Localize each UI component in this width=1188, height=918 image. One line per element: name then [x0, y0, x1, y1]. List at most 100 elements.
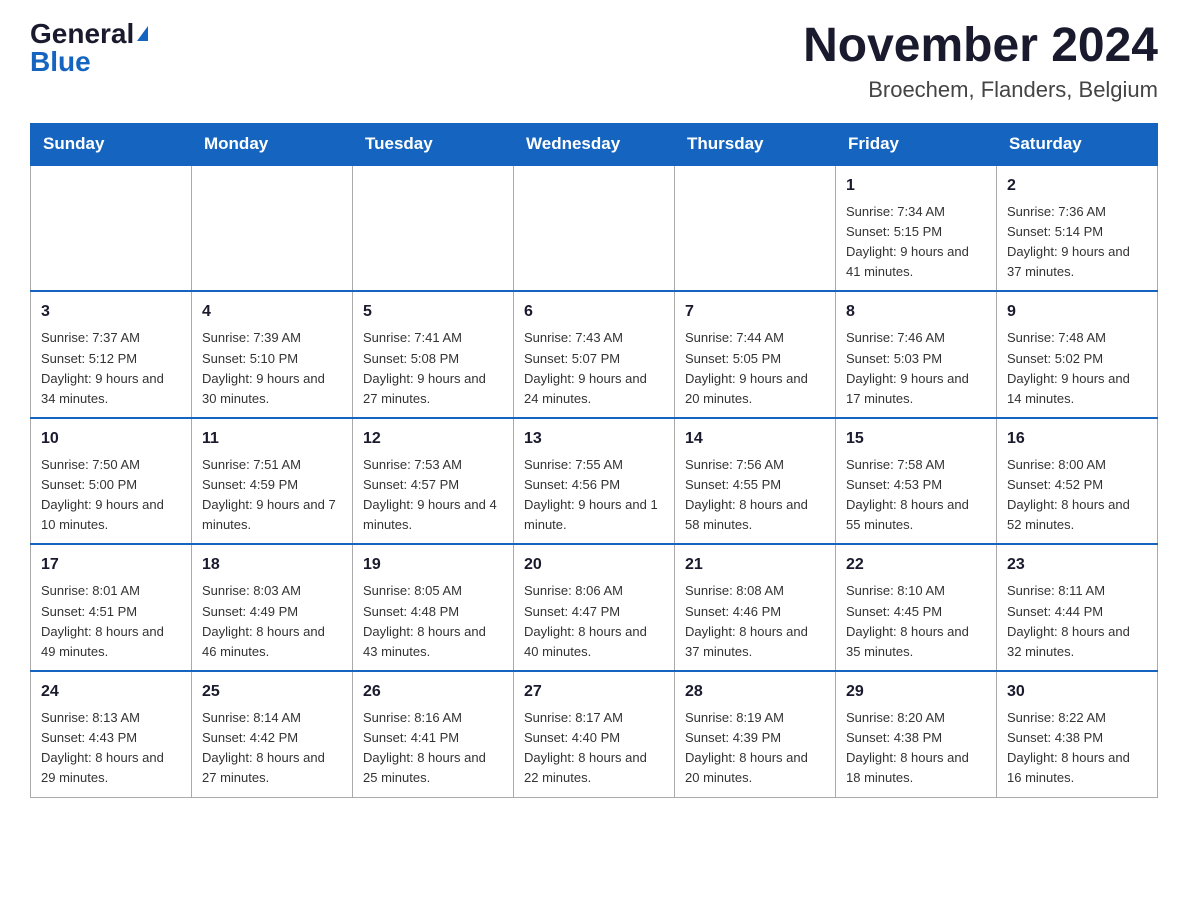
day-number: 4: [202, 300, 342, 324]
location-subtitle: Broechem, Flanders, Belgium: [803, 77, 1158, 103]
month-year-title: November 2024: [803, 20, 1158, 73]
column-header-monday: Monday: [192, 123, 353, 165]
column-header-thursday: Thursday: [675, 123, 836, 165]
calendar-cell: 23Sunrise: 8:11 AMSunset: 4:44 PMDayligh…: [997, 544, 1158, 671]
day-sun-info: Sunrise: 7:56 AMSunset: 4:55 PMDaylight:…: [685, 455, 825, 536]
day-number: 16: [1007, 427, 1147, 451]
calendar-cell: 24 Sunrise: 8:13 AMSunset: 4:43 PMDayligh…: [31, 671, 192, 797]
calendar-cell: 8Sunrise: 7:46 AMSunset: 5:03 PMDaylight…: [836, 291, 997, 418]
day-sun-info: Sunrise: 7:43 AMSunset: 5:07 PMDaylight:…: [524, 328, 664, 409]
calendar-week-row: 3 Sunrise: 7:37 AMSunset: 5:12 PMDaylight…: [31, 291, 1158, 418]
calendar-cell: [353, 165, 514, 292]
column-header-friday: Friday: [836, 123, 997, 165]
calendar-cell: 20 Sunrise: 8:06 AMSunset: 4:47 PMDayligh…: [514, 544, 675, 671]
day-number: 20: [524, 553, 664, 577]
day-number: 8: [846, 300, 986, 324]
day-sun-info: Sunrise: 7:34 AMSunset: 5:15 PMDaylight:…: [846, 202, 986, 283]
day-number: 9: [1007, 300, 1147, 324]
calendar-cell: 5 Sunrise: 7:41 AMSunset: 5:08 PMDaylight…: [353, 291, 514, 418]
day-number: 26: [363, 680, 503, 704]
day-number: 29: [846, 680, 986, 704]
day-sun-info: Sunrise: 8:17 AMSunset: 4:40 PMDaylight:…: [524, 708, 664, 789]
calendar-cell: 1 Sunrise: 7:34 AMSunset: 5:15 PMDaylight…: [836, 165, 997, 292]
day-sun-info: Sunrise: 8:14 AMSunset: 4:42 PMDaylight:…: [202, 708, 342, 789]
day-sun-info: Sunrise: 8:01 AMSunset: 4:51 PMDaylight:…: [41, 581, 181, 662]
day-number: 3: [41, 300, 181, 324]
day-sun-info: Sunrise: 7:53 AMSunset: 4:57 PMDaylight:…: [363, 455, 503, 536]
day-number: 14: [685, 427, 825, 451]
day-sun-info: Sunrise: 8:13 AMSunset: 4:43 PMDaylight:…: [41, 708, 181, 789]
day-number: 23: [1007, 553, 1147, 577]
calendar-cell: 7 Sunrise: 7:44 AMSunset: 5:05 PMDaylight…: [675, 291, 836, 418]
day-number: 5: [363, 300, 503, 324]
logo: General Blue: [30, 20, 148, 76]
day-sun-info: Sunrise: 8:05 AMSunset: 4:48 PMDaylight:…: [363, 581, 503, 662]
day-number: 24: [41, 680, 181, 704]
day-sun-info: Sunrise: 8:00 AMSunset: 4:52 PMDaylight:…: [1007, 455, 1147, 536]
day-sun-info: Sunrise: 8:06 AMSunset: 4:47 PMDaylight:…: [524, 581, 664, 662]
day-number: 2: [1007, 174, 1147, 198]
day-number: 19: [363, 553, 503, 577]
day-number: 28: [685, 680, 825, 704]
calendar-cell: 30 Sunrise: 8:22 AMSunset: 4:38 PMDayligh…: [997, 671, 1158, 797]
day-number: 18: [202, 553, 342, 577]
day-sun-info: Sunrise: 7:50 AMSunset: 5:00 PMDaylight:…: [41, 455, 181, 536]
day-sun-info: Sunrise: 7:48 AMSunset: 5:02 PMDaylight:…: [1007, 328, 1147, 409]
day-sun-info: Sunrise: 8:19 AMSunset: 4:39 PMDaylight:…: [685, 708, 825, 789]
logo-general: General: [30, 20, 134, 48]
calendar-cell: 17Sunrise: 8:01 AMSunset: 4:51 PMDayligh…: [31, 544, 192, 671]
day-sun-info: Sunrise: 7:51 AMSunset: 4:59 PMDaylight:…: [202, 455, 342, 536]
day-sun-info: Sunrise: 7:37 AMSunset: 5:12 PMDaylight:…: [41, 328, 181, 409]
column-header-sunday: Sunday: [31, 123, 192, 165]
calendar-cell: 15Sunrise: 7:58 AMSunset: 4:53 PMDayligh…: [836, 418, 997, 545]
calendar-cell: 3 Sunrise: 7:37 AMSunset: 5:12 PMDaylight…: [31, 291, 192, 418]
day-number: 6: [524, 300, 664, 324]
calendar-cell: 13 Sunrise: 7:55 AMSunset: 4:56 PMDayligh…: [514, 418, 675, 545]
calendar-cell: 12 Sunrise: 7:53 AMSunset: 4:57 PMDayligh…: [353, 418, 514, 545]
day-number: 15: [846, 427, 986, 451]
day-number: 12: [363, 427, 503, 451]
calendar-cell: [192, 165, 353, 292]
calendar-cell: 6 Sunrise: 7:43 AMSunset: 5:07 PMDaylight…: [514, 291, 675, 418]
calendar-cell: 28 Sunrise: 8:19 AMSunset: 4:39 PMDayligh…: [675, 671, 836, 797]
day-sun-info: Sunrise: 7:41 AMSunset: 5:08 PMDaylight:…: [363, 328, 503, 409]
day-sun-info: Sunrise: 8:22 AMSunset: 4:38 PMDaylight:…: [1007, 708, 1147, 789]
day-number: 1: [846, 174, 986, 198]
calendar-week-row: 1 Sunrise: 7:34 AMSunset: 5:15 PMDaylight…: [31, 165, 1158, 292]
calendar-cell: 29Sunrise: 8:20 AMSunset: 4:38 PMDayligh…: [836, 671, 997, 797]
calendar-cell: 11Sunrise: 7:51 AMSunset: 4:59 PMDayligh…: [192, 418, 353, 545]
calendar-cell: 18 Sunrise: 8:03 AMSunset: 4:49 PMDayligh…: [192, 544, 353, 671]
calendar-week-row: 24 Sunrise: 8:13 AMSunset: 4:43 PMDayligh…: [31, 671, 1158, 797]
day-sun-info: Sunrise: 8:03 AMSunset: 4:49 PMDaylight:…: [202, 581, 342, 662]
calendar-cell: 21 Sunrise: 8:08 AMSunset: 4:46 PMDayligh…: [675, 544, 836, 671]
day-number: 27: [524, 680, 664, 704]
calendar-header-row: SundayMondayTuesdayWednesdayThursdayFrid…: [31, 123, 1158, 165]
calendar-cell: 26 Sunrise: 8:16 AMSunset: 4:41 PMDayligh…: [353, 671, 514, 797]
calendar-cell: [514, 165, 675, 292]
calendar-cell: 22Sunrise: 8:10 AMSunset: 4:45 PMDayligh…: [836, 544, 997, 671]
calendar-cell: [31, 165, 192, 292]
calendar-cell: 2 Sunrise: 7:36 AMSunset: 5:14 PMDaylight…: [997, 165, 1158, 292]
calendar-cell: 27 Sunrise: 8:17 AMSunset: 4:40 PMDayligh…: [514, 671, 675, 797]
day-sun-info: Sunrise: 7:55 AMSunset: 4:56 PMDaylight:…: [524, 455, 664, 536]
calendar-table: SundayMondayTuesdayWednesdayThursdayFrid…: [30, 123, 1158, 798]
calendar-cell: [675, 165, 836, 292]
page-header: General Blue November 2024 Broechem, Fla…: [30, 20, 1158, 103]
day-number: 22: [846, 553, 986, 577]
calendar-cell: 25Sunrise: 8:14 AMSunset: 4:42 PMDayligh…: [192, 671, 353, 797]
day-number: 21: [685, 553, 825, 577]
calendar-week-row: 17Sunrise: 8:01 AMSunset: 4:51 PMDayligh…: [31, 544, 1158, 671]
day-sun-info: Sunrise: 7:36 AMSunset: 5:14 PMDaylight:…: [1007, 202, 1147, 283]
day-sun-info: Sunrise: 8:08 AMSunset: 4:46 PMDaylight:…: [685, 581, 825, 662]
column-header-saturday: Saturday: [997, 123, 1158, 165]
day-sun-info: Sunrise: 7:44 AMSunset: 5:05 PMDaylight:…: [685, 328, 825, 409]
day-number: 7: [685, 300, 825, 324]
day-sun-info: Sunrise: 8:16 AMSunset: 4:41 PMDaylight:…: [363, 708, 503, 789]
calendar-cell: 10Sunrise: 7:50 AMSunset: 5:00 PMDayligh…: [31, 418, 192, 545]
day-number: 13: [524, 427, 664, 451]
column-header-wednesday: Wednesday: [514, 123, 675, 165]
calendar-cell: 4Sunrise: 7:39 AMSunset: 5:10 PMDaylight…: [192, 291, 353, 418]
calendar-cell: 16 Sunrise: 8:00 AMSunset: 4:52 PMDayligh…: [997, 418, 1158, 545]
logo-triangle-icon: [137, 26, 148, 41]
day-number: 30: [1007, 680, 1147, 704]
